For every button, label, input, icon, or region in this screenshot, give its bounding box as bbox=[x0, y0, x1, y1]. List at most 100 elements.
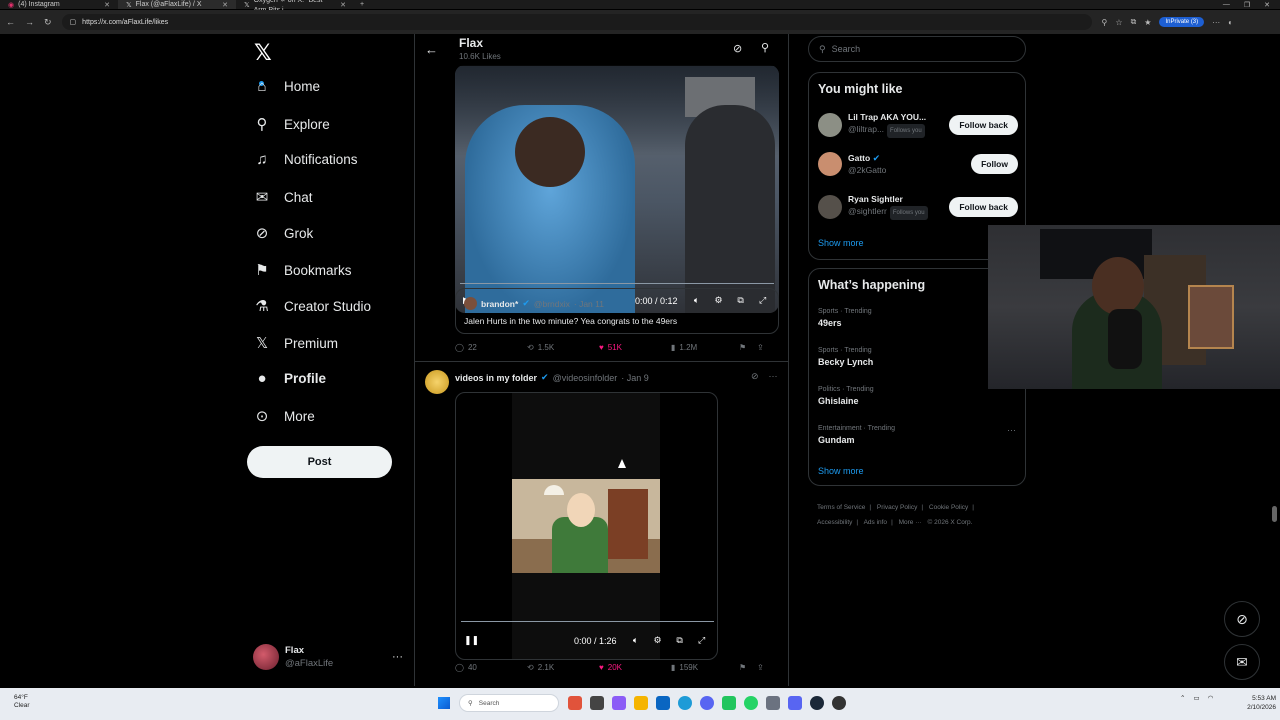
app-icon[interactable] bbox=[788, 696, 802, 710]
close-icon[interactable]: ✕ bbox=[104, 1, 110, 9]
app-icon[interactable] bbox=[722, 696, 736, 710]
follow-back-button[interactable]: Follow back bbox=[949, 196, 1018, 217]
restore-icon[interactable]: ❐ bbox=[1244, 1, 1250, 9]
ads-info-link[interactable]: Ads info bbox=[864, 519, 888, 526]
reply-button[interactable]: ◯ 40 bbox=[455, 663, 527, 672]
show-more-link[interactable]: Show more bbox=[818, 466, 864, 476]
discord-icon[interactable] bbox=[700, 696, 714, 710]
search-icon[interactable]: ⚲ bbox=[761, 41, 769, 54]
grok-fab[interactable]: ⊘ bbox=[1224, 601, 1260, 637]
repost-button[interactable]: ⟲ 1.5K bbox=[527, 343, 599, 352]
steam-icon[interactable] bbox=[810, 696, 824, 710]
app-icon[interactable] bbox=[766, 696, 780, 710]
chevron-up-icon[interactable]: ⌃ bbox=[1180, 694, 1185, 702]
quoted-post[interactable]: brandon* ✔ @brndxix · Jan 11 Jalen Hurts… bbox=[455, 288, 779, 334]
share-icon[interactable]: ⇪ bbox=[757, 343, 764, 352]
close-icon[interactable]: ✕ bbox=[222, 1, 228, 9]
nav-home[interactable]: ⌂ Home bbox=[254, 78, 320, 95]
settings-icon[interactable]: ⚙ bbox=[647, 635, 669, 646]
trend-item[interactable]: Politics · Trending Ghislaine bbox=[818, 386, 1018, 406]
site-info-icon[interactable]: ▢ bbox=[70, 18, 77, 26]
menu-icon[interactable]: ··· bbox=[1212, 18, 1220, 27]
back-arrow-icon[interactable]: ← bbox=[6, 17, 15, 27]
extensions-icon[interactable]: ⧉ bbox=[1131, 17, 1137, 27]
favorite-icon[interactable]: ☆ bbox=[1115, 18, 1122, 27]
app-icon[interactable] bbox=[744, 696, 758, 710]
refresh-icon[interactable]: ↻ bbox=[44, 17, 52, 28]
account-switcher[interactable]: Flax @aFlaxLife ··· bbox=[253, 644, 403, 670]
pause-icon[interactable]: ❚❚ bbox=[464, 635, 479, 646]
share-icon[interactable]: ⇪ bbox=[757, 663, 764, 672]
close-icon[interactable]: ✕ bbox=[340, 1, 346, 9]
app-icon[interactable] bbox=[656, 696, 670, 710]
views-button[interactable]: ▮ 1.2M bbox=[671, 343, 739, 352]
inprivate-badge[interactable]: InPrivate (3) bbox=[1159, 17, 1205, 27]
zoom-icon[interactable]: ⚲ bbox=[1102, 18, 1108, 27]
favorites-icon[interactable]: ★ bbox=[1144, 18, 1151, 27]
accessibility-link[interactable]: Accessibility bbox=[817, 519, 852, 526]
follow-suggestion[interactable]: Ryan Sightler @sightlerr Follows you Foll… bbox=[818, 193, 1018, 220]
follow-suggestion[interactable]: Gatto ✔ @2kGatto Follow bbox=[818, 152, 1018, 176]
cookie-link[interactable]: Cookie Policy bbox=[929, 504, 968, 511]
wifi-icon[interactable]: ◠ bbox=[1208, 694, 1214, 702]
post-author-handle[interactable]: @videosinfolder bbox=[553, 373, 618, 383]
post-author-name[interactable]: videos in my folder bbox=[455, 373, 537, 383]
terms-link[interactable]: Terms of Service bbox=[817, 504, 865, 511]
app-icon[interactable] bbox=[612, 696, 626, 710]
new-tab-icon[interactable]: + bbox=[354, 1, 370, 8]
nav-creator-studio[interactable]: ⚗ Creator Studio bbox=[254, 297, 371, 315]
grok-icon[interactable]: ⊘ bbox=[733, 42, 742, 55]
more-dots-icon[interactable]: ··· bbox=[769, 371, 778, 382]
nav-grok[interactable]: ⊘ Grok bbox=[254, 224, 314, 242]
messages-fab[interactable]: ✉ bbox=[1224, 644, 1260, 680]
taskbar-search-input[interactable]: ⚲ Search bbox=[459, 694, 559, 712]
app-icon[interactable] bbox=[568, 696, 582, 710]
scrollbar[interactable] bbox=[1272, 506, 1277, 522]
nav-chat[interactable]: ✉ Chat bbox=[254, 188, 313, 206]
url-field[interactable]: ▢ https://x.com/aFlaxLife/likes bbox=[61, 14, 1092, 30]
nav-notifications[interactable]: ♫ Notifications bbox=[254, 151, 357, 168]
forward-arrow-icon[interactable]: → bbox=[25, 17, 34, 27]
post-button[interactable]: Post bbox=[247, 446, 392, 478]
minimize-icon[interactable]: — bbox=[1223, 1, 1230, 9]
like-button[interactable]: ♥ 20K bbox=[599, 663, 671, 672]
edge-icon[interactable] bbox=[678, 696, 692, 710]
follow-back-button[interactable]: Follow back bbox=[949, 114, 1018, 135]
search-input[interactable]: ⚲ Search bbox=[808, 36, 1026, 62]
bookmark-icon[interactable]: ⚑ bbox=[739, 343, 757, 352]
app-icon[interactable] bbox=[590, 696, 604, 710]
show-more-link[interactable]: Show more bbox=[818, 238, 864, 248]
tab-x-post[interactable]: 𝕏 Oxygen 🌣 on X: "Best Arm Pits i... ✕ bbox=[236, 0, 354, 14]
weather-widget[interactable]: 64°F Clear bbox=[14, 694, 30, 710]
trend-item[interactable]: Entertainment · Trending Gundam ··· bbox=[818, 425, 1018, 445]
tab-instagram[interactable]: ◉ (4) Instagram ✕ bbox=[0, 0, 118, 9]
fullscreen-icon[interactable]: ⤢ bbox=[691, 635, 713, 646]
repost-button[interactable]: ⟲ 2.1K bbox=[527, 663, 599, 672]
obs-icon[interactable] bbox=[832, 696, 846, 710]
tab-x-profile[interactable]: 𝕏 Flax (@aFlaxLife) / X ✕ bbox=[118, 0, 236, 9]
copilot-icon[interactable]: ◐ bbox=[1228, 18, 1233, 27]
nav-more[interactable]: ⊙ More bbox=[254, 407, 315, 425]
reply-button[interactable]: ◯ 22 bbox=[455, 343, 527, 352]
follow-suggestion[interactable]: Lil Trap AKA YOU... @liltrap... Follows y… bbox=[818, 111, 1018, 138]
nav-profile[interactable]: ● Profile bbox=[254, 370, 326, 387]
x-logo-icon[interactable]: 𝕏 bbox=[254, 40, 272, 66]
volume-icon[interactable]: 🔈︎ bbox=[625, 635, 647, 646]
more-dots-icon[interactable]: ··· bbox=[1007, 425, 1016, 435]
video-progress-bar[interactable] bbox=[461, 621, 714, 622]
pip-icon[interactable]: ⧉ bbox=[669, 635, 691, 646]
nav-bookmarks[interactable]: ⚑ Bookmarks bbox=[254, 261, 351, 279]
avatar[interactable] bbox=[425, 370, 449, 394]
nav-premium[interactable]: 𝕏 Premium bbox=[254, 334, 338, 352]
battery-icon[interactable]: ▭ bbox=[1193, 694, 1199, 702]
like-button[interactable]: ♥ 51K bbox=[599, 343, 671, 352]
views-button[interactable]: ▮ 159K bbox=[671, 663, 739, 672]
privacy-link[interactable]: Privacy Policy bbox=[877, 504, 917, 511]
close-window-icon[interactable]: ✕ bbox=[1264, 1, 1270, 9]
bookmark-icon[interactable]: ⚑ bbox=[739, 663, 757, 672]
back-arrow-icon[interactable]: ← bbox=[425, 42, 438, 57]
post-date[interactable]: · Jan 9 bbox=[621, 373, 649, 383]
follow-button[interactable]: Follow bbox=[971, 154, 1018, 174]
video-player[interactable]: ❚❚ 0:00 / 1:26 🔈︎ ⚙ ⧉ ⤢ bbox=[455, 392, 718, 660]
grok-icon[interactable]: ⊘ bbox=[751, 371, 759, 382]
